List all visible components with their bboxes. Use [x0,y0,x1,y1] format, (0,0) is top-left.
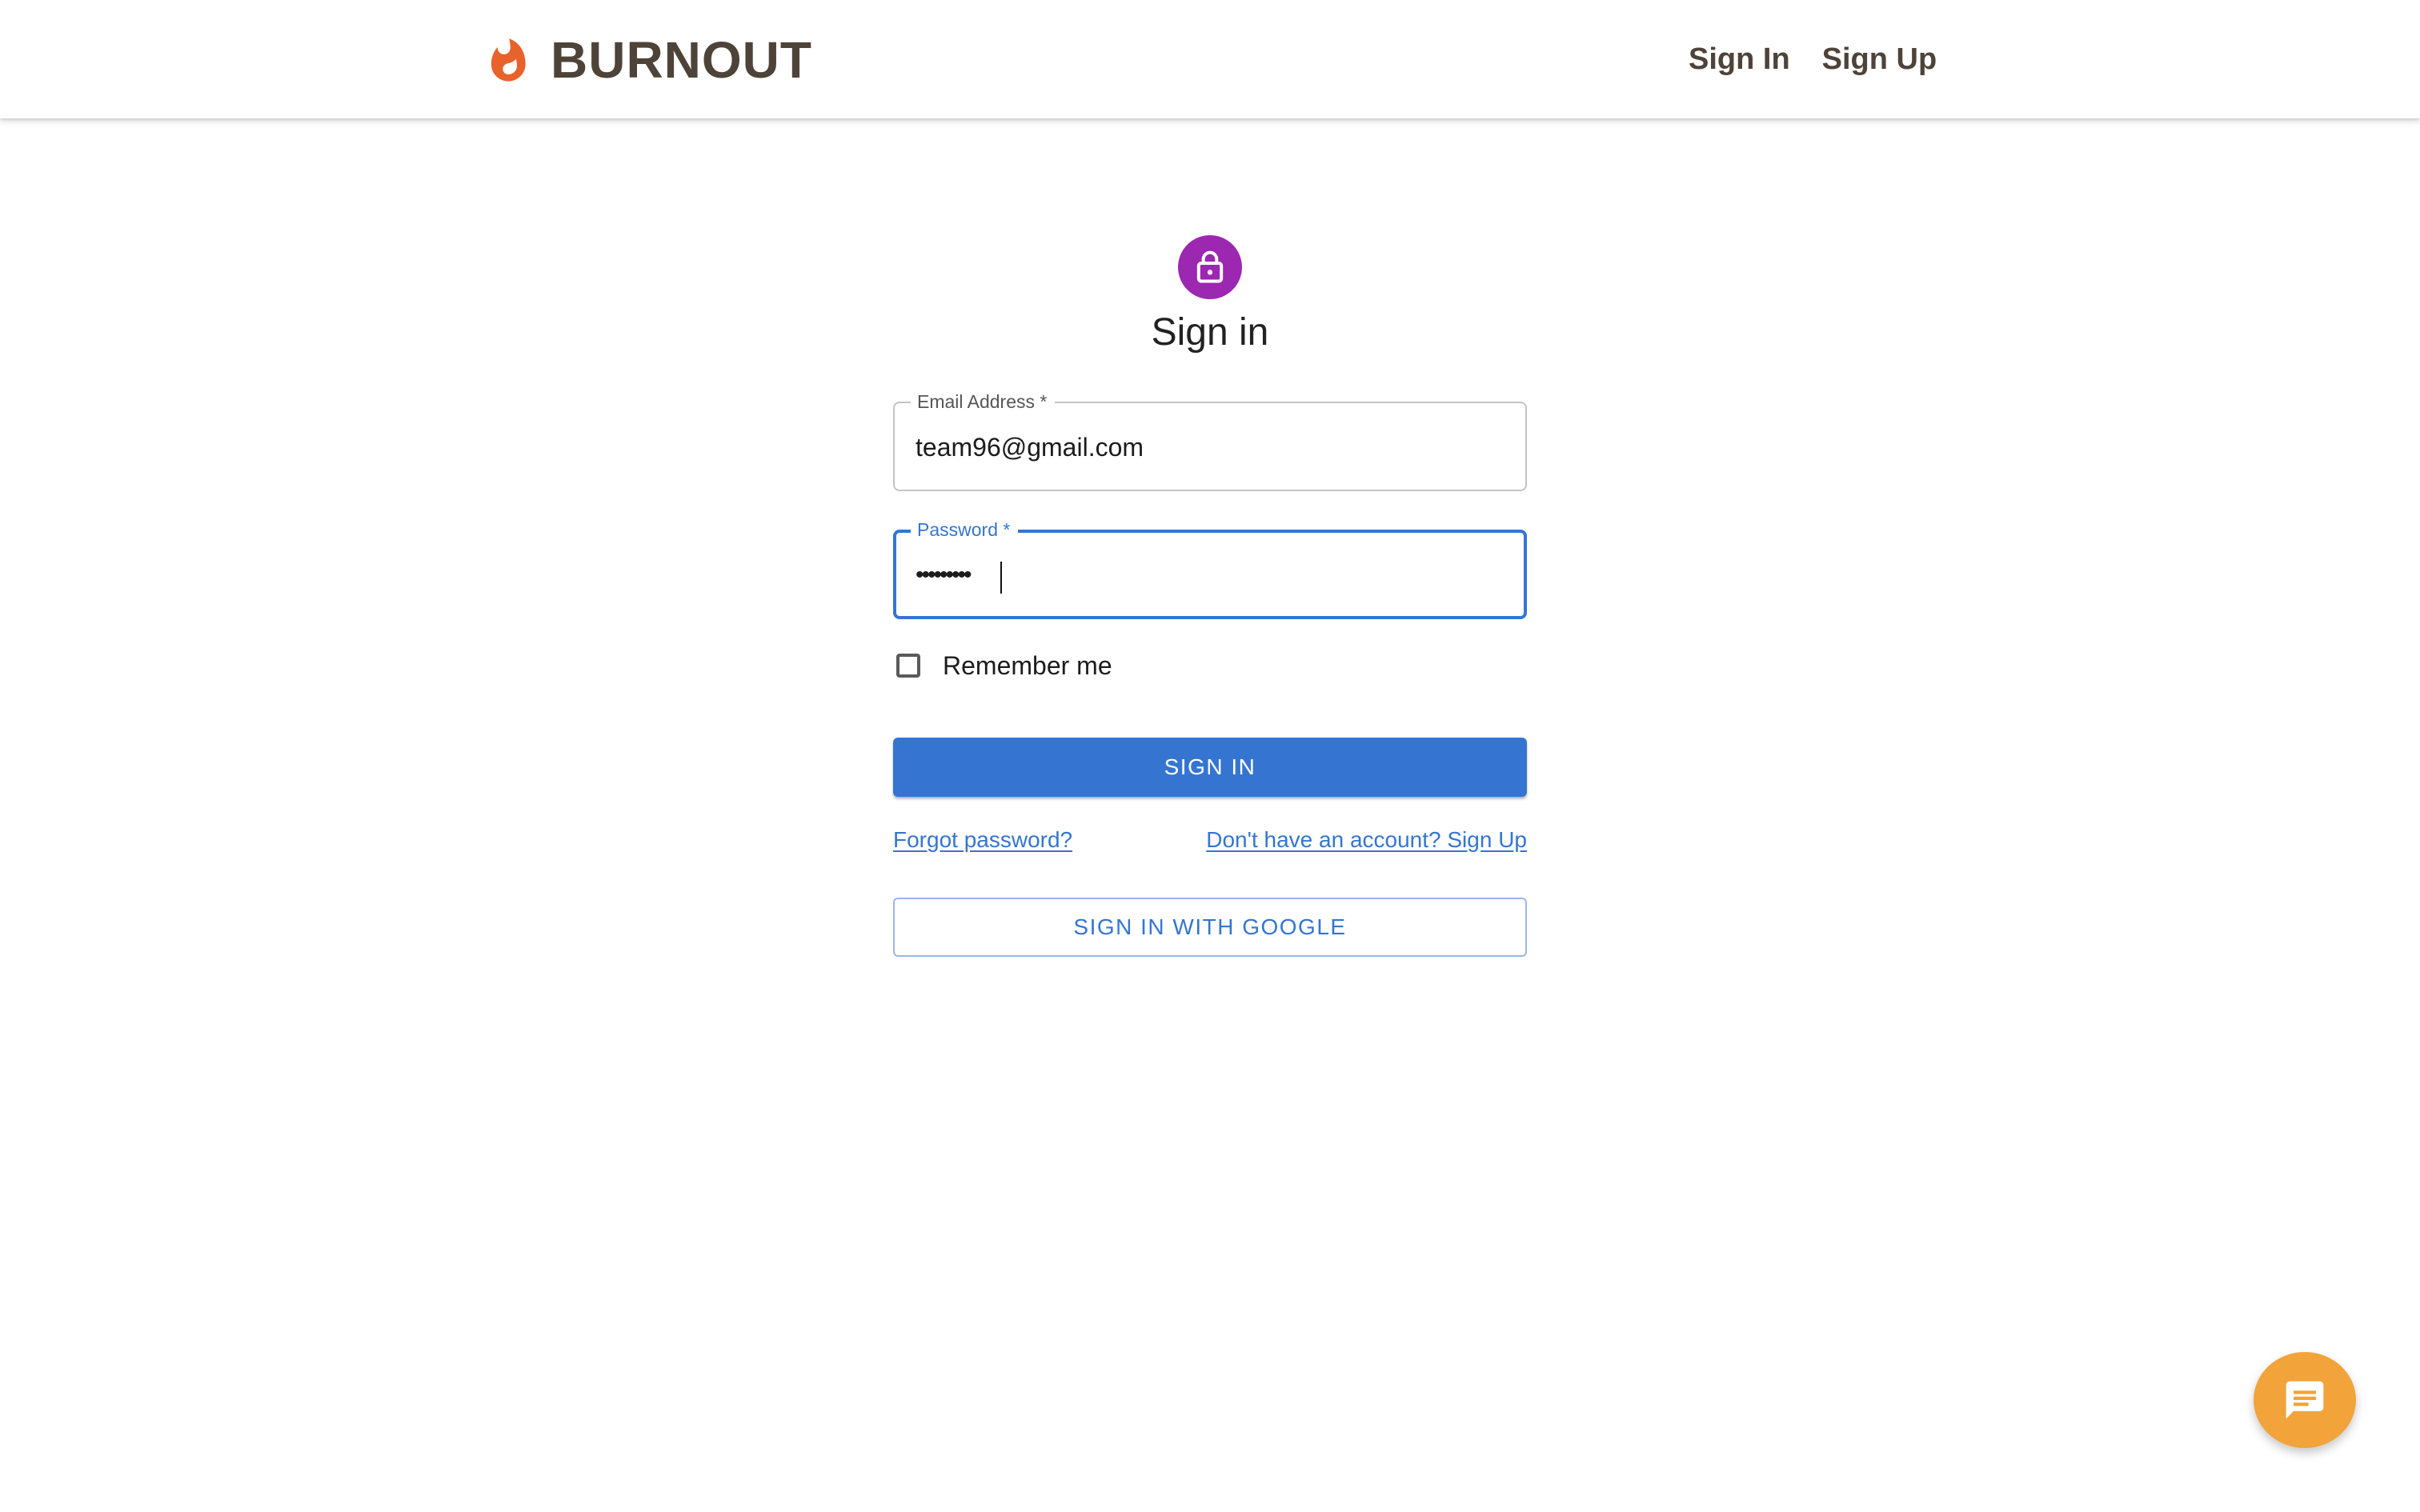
page-title: Sign in [1151,311,1269,354]
sign-up-link[interactable]: Don't have an account? Sign Up [1206,827,1527,853]
text-caret [1000,562,1002,594]
email-input[interactable] [916,427,1504,467]
password-field-label: Password * [911,517,1019,542]
chat-icon [2286,1381,2324,1419]
password-field[interactable]: Password * ••••••••• [893,517,1527,619]
chat-button[interactable] [2254,1352,2356,1448]
brand[interactable]: BURNOUT [487,30,812,90]
forgot-password-link[interactable]: Forgot password? [893,827,1072,853]
remember-me-row[interactable]: Remember me [893,650,1112,682]
email-field[interactable]: Email Address * [893,389,1527,491]
sign-in-button[interactable]: SIGN IN [893,738,1527,797]
top-nav: Sign In Sign Up [1689,37,1937,82]
remember-me-checkbox[interactable] [896,654,920,678]
top-app-bar: BURNOUT Sign In Sign Up [0,0,2420,118]
nav-sign-in-link[interactable]: Sign In [1689,42,1790,77]
email-field-label: Email Address * [911,389,1056,414]
lock-icon [1196,250,1224,283]
nav-sign-up-link[interactable]: Sign Up [1822,42,1937,77]
flame-icon [491,38,526,82]
lock-avatar [1178,235,1242,299]
brand-name: BURNOUT [551,31,812,89]
google-sign-in-button[interactable]: SIGN IN WITH GOOGLE [893,898,1527,957]
password-input[interactable]: ••••••••• [916,555,1503,595]
remember-me-label: Remember me [943,650,1112,680]
